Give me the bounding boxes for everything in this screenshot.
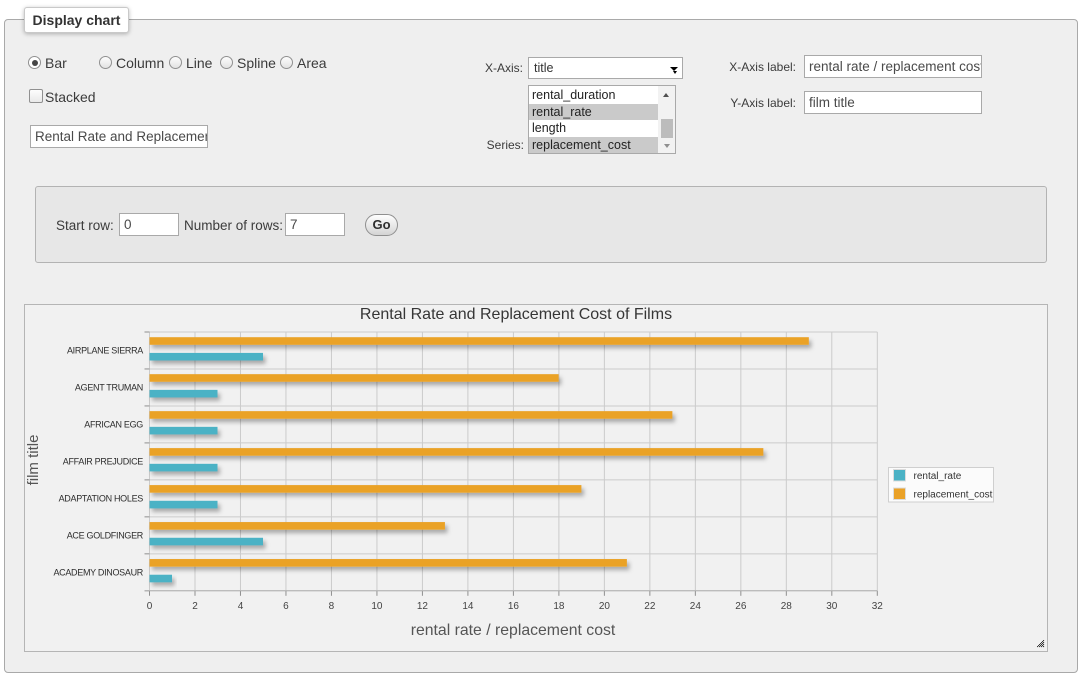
svg-text:20: 20 — [599, 601, 611, 612]
svg-text:16: 16 — [508, 601, 520, 612]
svg-text:rental_rate: rental_rate — [914, 471, 962, 482]
svg-text:Rental Rate and Replacement Co: Rental Rate and Replacement Cost of Film… — [360, 306, 672, 323]
svg-text:ADAPTATION HOLES: ADAPTATION HOLES — [59, 494, 144, 504]
svg-text:AFFAIR PREJUDICE: AFFAIR PREJUDICE — [63, 457, 144, 467]
svg-text:12: 12 — [417, 601, 429, 612]
svg-text:24: 24 — [690, 601, 702, 612]
svg-text:ACE GOLDFINGER: ACE GOLDFINGER — [67, 531, 144, 541]
svg-text:4: 4 — [238, 601, 244, 612]
svg-text:replacement_cost: replacement_cost — [914, 490, 993, 501]
svg-text:AFRICAN EGG: AFRICAN EGG — [84, 420, 143, 430]
svg-text:AGENT TRUMAN: AGENT TRUMAN — [75, 383, 143, 393]
svg-text:8: 8 — [329, 601, 335, 612]
svg-text:32: 32 — [872, 601, 884, 612]
svg-text:rental rate / replacement cost: rental rate / replacement cost — [411, 622, 616, 639]
svg-text:6: 6 — [283, 601, 289, 612]
svg-text:AIRPLANE SIERRA: AIRPLANE SIERRA — [67, 346, 143, 356]
svg-text:22: 22 — [644, 601, 656, 612]
svg-text:26: 26 — [735, 601, 747, 612]
svg-text:2: 2 — [192, 601, 198, 612]
svg-text:film title: film title — [25, 435, 42, 486]
svg-text:14: 14 — [462, 601, 474, 612]
svg-text:10: 10 — [371, 601, 383, 612]
svg-text:ACADEMY DINOSAUR: ACADEMY DINOSAUR — [53, 568, 143, 578]
svg-text:18: 18 — [553, 601, 565, 612]
svg-text:30: 30 — [826, 601, 838, 612]
svg-text:0: 0 — [147, 601, 153, 612]
svg-text:28: 28 — [781, 601, 793, 612]
